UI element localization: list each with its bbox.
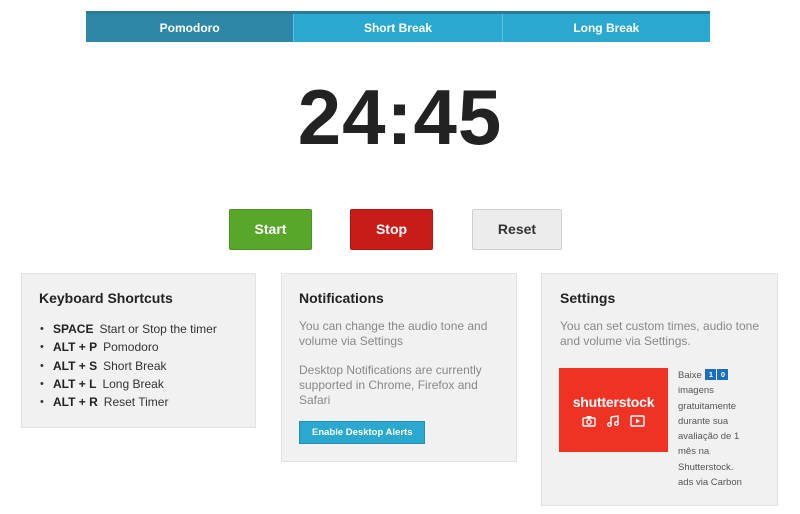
ad-image[interactable]: shutterstock (559, 368, 668, 452)
shortcut-key: SPACE (53, 322, 94, 336)
shortcut-action: Start or Stop the timer (99, 322, 217, 336)
mode-tabs: Pomodoro Short Break Long Break (86, 11, 710, 42)
shutterstock-logo: shutterstock (572, 393, 655, 410)
ad-text-prefix: Baixe (678, 370, 702, 381)
tab-long-break[interactable]: Long Break (502, 14, 710, 42)
panel-title: Settings (560, 290, 616, 306)
notifications-panel: Notifications You can change the audio t… (281, 273, 517, 462)
settings-text: You can set custom times, audio tone and… (560, 319, 760, 348)
carbon-ad: shutterstock Baixe 10 imagens gratuitame… (559, 368, 753, 490)
shortcut-key: ALT + R (53, 395, 98, 410)
ad-text-body: imagens gratuitamente durante sua avalia… (678, 385, 740, 473)
list-item: SPACE Start or Stop the timer (39, 320, 255, 338)
settings-panel: Settings You can set custom times, audio… (541, 273, 778, 506)
shortcut-list: SPACE Start or Stop the timer ALT + P Pomo… (39, 320, 255, 411)
shortcut-key: ALT + P (53, 340, 98, 355)
music-note-icon (607, 414, 619, 427)
ad-text[interactable]: Baixe 10 imagens gratuitamente durante s… (678, 368, 753, 490)
camera-icon (582, 415, 596, 427)
panel-title: Notifications (299, 290, 384, 306)
shortcut-action: Reset Timer (103, 395, 169, 410)
list-item: ALT + L Long Break (39, 375, 255, 393)
start-button[interactable]: Start (229, 209, 312, 250)
ad-digit: 1 (705, 369, 717, 380)
ad-icon-row (582, 414, 645, 427)
tab-short-break[interactable]: Short Break (294, 14, 503, 42)
list-item: ALT + S Short Break (39, 357, 255, 375)
notifications-audio-text: You can change the audio tone and volume… (299, 319, 488, 348)
tab-pomodoro[interactable]: Pomodoro (86, 14, 295, 42)
shortcut-key: ALT + L (53, 376, 97, 391)
panel-title: Keyboard Shortcuts (39, 290, 173, 306)
timer-display: 24:45 (297, 73, 503, 161)
shortcut-action: Long Break (102, 376, 164, 391)
reset-button[interactable]: Reset (472, 209, 562, 250)
shortcut-key: ALT + S (53, 358, 98, 373)
keyboard-shortcuts-panel: Keyboard Shortcuts SPACE Start or Stop th… (21, 273, 256, 428)
list-item: ALT + R Reset Timer (39, 393, 255, 411)
video-play-icon (630, 414, 645, 427)
stop-button[interactable]: Stop (350, 209, 433, 250)
shortcut-action: Pomodoro (103, 340, 159, 355)
ads-via-carbon-link[interactable]: ads via Carbon (678, 475, 742, 490)
list-item: ALT + P Pomodoro (39, 338, 255, 356)
shortcut-action: Short Break (103, 358, 167, 373)
enable-desktop-alerts-button[interactable]: Enable Desktop Alerts (299, 421, 426, 444)
ad-digit: 0 (717, 369, 729, 380)
notifications-support-text: Desktop Notifications are currently supp… (299, 363, 482, 407)
